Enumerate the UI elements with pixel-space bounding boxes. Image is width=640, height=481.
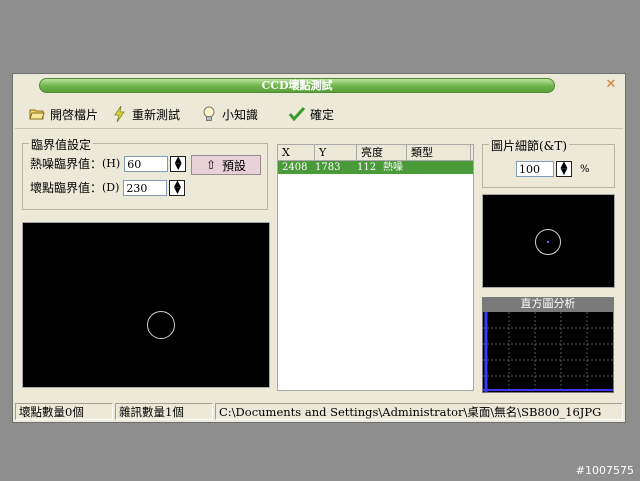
- detail-zoom-input[interactable]: 100: [516, 161, 554, 177]
- lightbulb-icon: [201, 106, 217, 122]
- cell-type: 熱噪: [383, 162, 403, 173]
- app-window: CCD壞點測試 ✕ 開啓檔片 重新測試 小知識 確定 臨界值設定 熱噪臨界值： …: [12, 73, 626, 423]
- threshold-group: 臨界值設定: [22, 136, 268, 210]
- image-preview[interactable]: [22, 222, 270, 388]
- column-header-brightness[interactable]: 亮度: [357, 145, 407, 160]
- hot-threshold-spinner-icon[interactable]: ▲ ▼: [170, 155, 187, 172]
- defect-table[interactable]: X Y 亮度 類型 2408 1783 112 熱噪: [277, 144, 474, 391]
- threshold-group-label: 臨界值設定: [29, 136, 94, 153]
- table-row[interactable]: 2408 1783 112 熱噪: [278, 161, 473, 174]
- detail-label: 圖片細節(&T): [489, 137, 570, 154]
- checkmark-icon: [289, 106, 305, 122]
- dead-pixel-count: 壞點數量0個: [15, 403, 113, 420]
- close-icon[interactable]: ✕: [605, 78, 617, 91]
- column-header-y[interactable]: Y: [315, 145, 357, 160]
- file-path: C:\Documents and Settings\Administrator\…: [215, 403, 623, 420]
- arrow-up-icon: ⇧: [205, 158, 217, 172]
- preset-label: 預設: [222, 158, 247, 173]
- tips-label: 小知識: [222, 107, 259, 122]
- dead-threshold-row: 壞點臨界值： (D) 230 ▲ ▼: [30, 179, 186, 196]
- cell-y: 1783: [315, 162, 341, 173]
- histogram-chart: [482, 311, 614, 393]
- retest-label: 重新測試: [132, 107, 181, 122]
- toolbar: 開啓檔片 重新測試 小知識 確定: [15, 100, 623, 129]
- confirm-button[interactable]: 確定: [289, 104, 334, 124]
- status-bar: 壞點數量0個 雜訊數量1個 C:\Documents and Settings\…: [15, 403, 623, 421]
- column-header-type[interactable]: 類型: [407, 145, 471, 160]
- table-header: X Y 亮度 類型: [278, 145, 473, 161]
- confirm-label: 確定: [310, 107, 335, 122]
- dead-threshold-input[interactable]: 230: [123, 179, 168, 196]
- dead-threshold-spinner-icon[interactable]: ▲ ▼: [169, 179, 186, 196]
- histogram-title: 直方圖分析: [482, 297, 614, 311]
- detail-zoom-spinner-icon[interactable]: ▲ ▼: [556, 161, 572, 177]
- cell-x: 2408: [282, 162, 308, 173]
- lightning-icon: [111, 106, 127, 122]
- tips-button[interactable]: 小知識: [201, 104, 258, 124]
- cell-brightness: 112: [357, 162, 377, 173]
- window-title: CCD壞點測試: [39, 78, 555, 93]
- hot-threshold-input[interactable]: 60: [124, 155, 169, 172]
- hot-threshold-row: 熱噪臨界值： (H) 60 ▲ ▼: [30, 155, 187, 172]
- watermark: #1007575: [575, 464, 634, 477]
- defect-marker: [147, 311, 175, 339]
- defect-pixel: [547, 241, 549, 243]
- column-header-x[interactable]: X: [278, 145, 315, 160]
- hot-threshold-label: 熱噪臨界值：: [30, 157, 103, 171]
- open-image-button[interactable]: 開啓檔片: [29, 104, 98, 124]
- detail-preview[interactable]: [482, 194, 615, 288]
- retest-button[interactable]: 重新測試: [111, 104, 180, 124]
- detail-row: 100 ▲ ▼ %: [516, 161, 590, 177]
- open-image-label: 開啓檔片: [50, 107, 99, 122]
- hot-threshold-hotkey: (H): [102, 157, 121, 170]
- dead-threshold-label: 壞點臨界值：: [30, 181, 103, 195]
- detail-unit: %: [580, 163, 590, 175]
- noise-count: 雜訊數量1個: [115, 403, 213, 420]
- dead-threshold-hotkey: (D): [102, 181, 120, 194]
- preset-button[interactable]: ⇧ 預設: [191, 155, 261, 175]
- folder-open-icon: [29, 106, 45, 122]
